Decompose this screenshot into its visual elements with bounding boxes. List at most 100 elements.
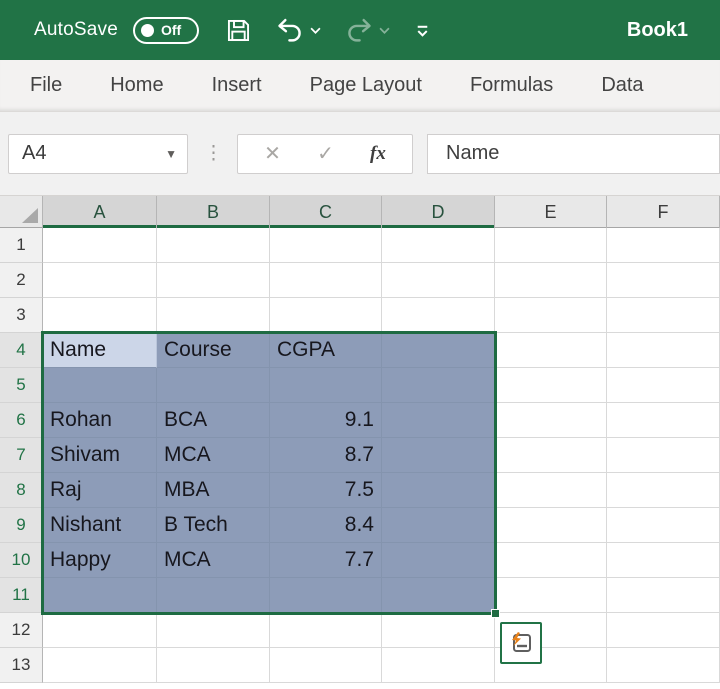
row-header-12[interactable]: 12	[0, 613, 43, 648]
cell-B13[interactable]	[157, 648, 270, 683]
cell-D3[interactable]	[382, 298, 495, 333]
cell-A7[interactable]: Shivam	[43, 438, 157, 473]
row-header-7[interactable]: 7	[0, 438, 43, 473]
cell-D7[interactable]	[382, 438, 495, 473]
cell-F11[interactable]	[607, 578, 720, 613]
tab-insert[interactable]: Insert	[212, 74, 262, 97]
row-header-1[interactable]: 1	[0, 228, 43, 263]
cell-F8[interactable]	[607, 473, 720, 508]
cell-C3[interactable]	[270, 298, 382, 333]
row-header-2[interactable]: 2	[0, 263, 43, 298]
autosave-toggle[interactable]: Off	[133, 17, 199, 44]
cell-C12[interactable]	[270, 613, 382, 648]
cell-F6[interactable]	[607, 403, 720, 438]
cell-F5[interactable]	[607, 368, 720, 403]
name-box[interactable]: A4 ▼	[8, 134, 188, 174]
cell-B6[interactable]: BCA	[157, 403, 270, 438]
name-box-dropdown-icon[interactable]: ▼	[165, 147, 177, 161]
cell-D12[interactable]	[382, 613, 495, 648]
row-header-9[interactable]: 9	[0, 508, 43, 543]
cell-E1[interactable]	[495, 228, 607, 263]
tab-page-layout[interactable]: Page Layout	[310, 74, 422, 97]
cell-F10[interactable]	[607, 543, 720, 578]
save-icon[interactable]	[225, 17, 252, 44]
cell-D10[interactable]	[382, 543, 495, 578]
fill-handle[interactable]	[491, 609, 500, 618]
row-header-4[interactable]: 4	[0, 333, 43, 368]
cell-C4[interactable]: CGPA	[270, 333, 382, 368]
cell-B9[interactable]: B Tech	[157, 508, 270, 543]
cell-E5[interactable]	[495, 368, 607, 403]
cell-B5[interactable]	[157, 368, 270, 403]
cell-F3[interactable]	[607, 298, 720, 333]
cell-C1[interactable]	[270, 228, 382, 263]
cell-B12[interactable]	[157, 613, 270, 648]
cell-D6[interactable]	[382, 403, 495, 438]
row-header-3[interactable]: 3	[0, 298, 43, 333]
cell-B11[interactable]	[157, 578, 270, 613]
select-all-button[interactable]	[0, 196, 43, 228]
cell-F4[interactable]	[607, 333, 720, 368]
cell-D4[interactable]	[382, 333, 495, 368]
row-header-5[interactable]: 5	[0, 368, 43, 403]
insert-function-icon[interactable]: fx	[370, 143, 386, 165]
column-header-A[interactable]: A	[43, 196, 157, 228]
cell-E10[interactable]	[495, 543, 607, 578]
cell-A1[interactable]	[43, 228, 157, 263]
column-header-C[interactable]: C	[270, 196, 382, 228]
row-header-10[interactable]: 10	[0, 543, 43, 578]
cell-E3[interactable]	[495, 298, 607, 333]
row-header-13[interactable]: 13	[0, 648, 43, 683]
column-header-B[interactable]: B	[157, 196, 270, 228]
cell-F7[interactable]	[607, 438, 720, 473]
column-header-F[interactable]: F	[607, 196, 720, 228]
cell-A9[interactable]: Nishant	[43, 508, 157, 543]
cell-E4[interactable]	[495, 333, 607, 368]
cell-D11[interactable]	[382, 578, 495, 613]
undo-icon[interactable]	[276, 16, 304, 44]
cell-D8[interactable]	[382, 473, 495, 508]
cell-B8[interactable]: MBA	[157, 473, 270, 508]
cell-C13[interactable]	[270, 648, 382, 683]
cell-A5[interactable]	[43, 368, 157, 403]
formula-bar-input[interactable]: Name	[427, 134, 720, 174]
cell-C8[interactable]: 7.5	[270, 473, 382, 508]
cancel-icon[interactable]: ✕	[264, 141, 281, 166]
cell-A2[interactable]	[43, 263, 157, 298]
cell-E8[interactable]	[495, 473, 607, 508]
column-header-D[interactable]: D	[382, 196, 495, 228]
tab-formulas[interactable]: Formulas	[470, 74, 553, 97]
cell-D5[interactable]	[382, 368, 495, 403]
cell-A11[interactable]	[43, 578, 157, 613]
column-header-E[interactable]: E	[495, 196, 607, 228]
cell-B7[interactable]: MCA	[157, 438, 270, 473]
cell-D13[interactable]	[382, 648, 495, 683]
cell-E6[interactable]	[495, 403, 607, 438]
cell-A13[interactable]	[43, 648, 157, 683]
tab-home[interactable]: Home	[110, 74, 163, 97]
cell-F1[interactable]	[607, 228, 720, 263]
cell-B10[interactable]: MCA	[157, 543, 270, 578]
cell-B4[interactable]: Course	[157, 333, 270, 368]
undo-dropdown-icon[interactable]	[310, 26, 321, 35]
cell-D2[interactable]	[382, 263, 495, 298]
cell-C10[interactable]: 7.7	[270, 543, 382, 578]
cell-D9[interactable]	[382, 508, 495, 543]
cell-A12[interactable]	[43, 613, 157, 648]
cell-E2[interactable]	[495, 263, 607, 298]
cell-A4[interactable]: Name	[43, 333, 157, 368]
row-header-6[interactable]: 6	[0, 403, 43, 438]
cell-E11[interactable]	[495, 578, 607, 613]
cell-C11[interactable]	[270, 578, 382, 613]
cell-B1[interactable]	[157, 228, 270, 263]
customize-quick-access-toolbar-icon[interactable]	[414, 23, 431, 38]
cell-A6[interactable]: Rohan	[43, 403, 157, 438]
cell-C6[interactable]: 9.1	[270, 403, 382, 438]
cell-A8[interactable]: Raj	[43, 473, 157, 508]
row-header-8[interactable]: 8	[0, 473, 43, 508]
cell-C5[interactable]	[270, 368, 382, 403]
enter-icon[interactable]: ✓	[317, 141, 334, 166]
cell-F12[interactable]	[607, 613, 720, 648]
cell-D1[interactable]	[382, 228, 495, 263]
quick-analysis-button[interactable]	[500, 622, 542, 664]
